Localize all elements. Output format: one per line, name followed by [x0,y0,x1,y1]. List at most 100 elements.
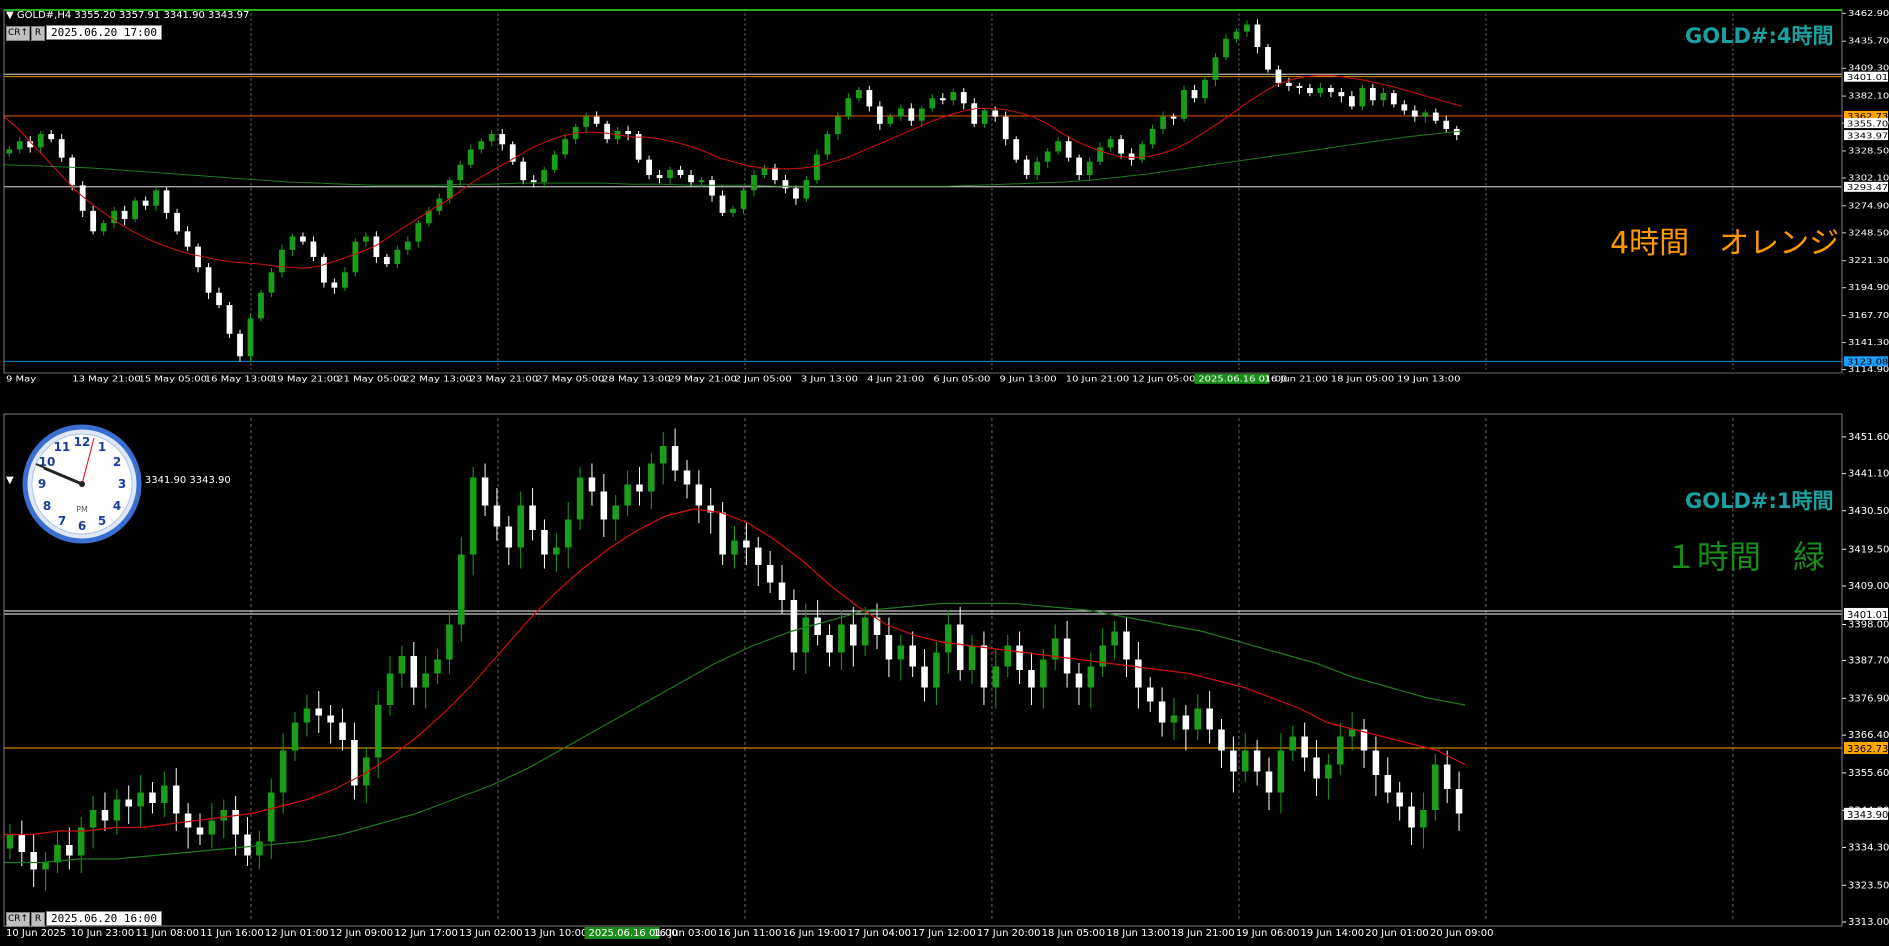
candle-body [909,645,916,667]
top-x-tick-label: 9 Jun 13:00 [1000,374,1057,384]
candle-body [303,708,311,723]
dropdown-arrow-icon[interactable]: ▼ [6,10,14,21]
candle-body [887,116,894,124]
candle-body [478,141,485,150]
candle-body [1111,631,1118,646]
svg-text:7: 7 [58,514,66,528]
candle-body [1182,715,1190,730]
candle-body [1254,24,1261,48]
candle-body [1135,659,1142,688]
candle-body [709,180,715,196]
top-y-tick-label: 3328.50 [1848,146,1889,156]
candle-body [667,169,673,179]
h1-price-axis: 3451.60 3441.10 3430.50 3419.50 3409.00 3398.… [1842,432,1889,928]
svg-text:4: 4 [113,499,121,513]
candle-body [1455,789,1463,814]
candle-body [279,249,285,273]
candle-body [446,624,453,660]
bot-x-tick-label: 20 Jun 01:00 [1365,928,1429,939]
top-x-tick-label: 23 May 21:00 [470,374,539,384]
candle-body [1004,645,1011,667]
candle-body [1359,87,1366,107]
candle-body [850,624,857,646]
bot-x-tick-label: 17 Jun 12:00 [912,928,976,939]
candle-body [267,792,275,842]
h1-crosshair-button[interactable]: CR↑ [6,912,30,927]
h1-chart[interactable]: 3451.60 3441.10 3430.50 3419.50 3409.00 3398.… [0,388,1889,946]
candle-body [719,512,726,555]
candle-body [1040,659,1047,688]
h4-candles [6,19,1460,363]
h1-header-text: 3341.90 3343.90 [144,475,231,486]
candle-body [1348,96,1355,107]
candle-body [149,792,156,803]
candle-body [1296,85,1303,88]
candle-body [1055,141,1062,152]
top-y-tick-label: 3141.30 [1848,338,1889,348]
candle-body [793,188,799,199]
candle-body [434,659,441,674]
top-x-tick-label: 22 May 13:00 [403,374,472,384]
top-x-tick-label: 2 Jun 05:00 [735,374,792,384]
candle-body [457,164,464,181]
candle-body [517,505,524,548]
candle-body [481,477,489,506]
candle-body [113,799,121,821]
candle-body [648,463,655,492]
candle-body [971,103,978,124]
candle-body [174,212,180,232]
bot-x-tick-label: 11 Jun 16:00 [200,928,264,939]
candle-body [1380,93,1387,101]
candle-body [956,624,964,670]
candle-body [42,862,49,870]
candle-body [1411,110,1418,117]
candle-body [876,106,883,124]
candle-body [731,540,738,555]
candle-body [244,834,251,856]
candle-body [256,841,263,856]
candle-body [331,282,338,288]
top-y-tick-label: 3462.90 [1848,9,1889,19]
candle-body [1401,104,1408,111]
bot-y-tick-label: 3419.50 [1848,544,1889,555]
h1-reset-button[interactable]: R [31,912,45,927]
candle-body [593,116,600,124]
candle-body [37,134,44,148]
svg-text:8: 8 [43,499,51,513]
candle-body [835,116,841,135]
top-ma-green-line [3,130,1463,187]
h4-crosshair-button[interactable]: CR↑ [6,26,30,41]
candle-body [383,256,390,265]
h4-reset-button[interactable]: R [31,26,45,41]
candle-body [18,834,26,852]
top-frame [3,9,1843,374]
svg-text:2: 2 [113,455,121,469]
candle-body [939,98,946,101]
candle-body [342,272,348,288]
candle-body [751,175,757,191]
candle-body [1075,673,1083,688]
top-x-tick-label: 19 Jun 13:00 [1397,374,1461,384]
bot-y-tick-label: 3398.00 [1848,620,1889,631]
h1-title: GOLD#:1時間 [1685,489,1834,513]
candle-body [1191,90,1198,99]
bot-y-tick-label: 3366.40 [1848,730,1889,741]
candle-body [1432,112,1439,121]
candle-body [1118,139,1124,154]
candle-body [1432,764,1439,810]
candle-body [918,108,925,121]
top-x-tick-label: 6 Jun 05:00 [933,374,990,384]
h1-cursor-time: 2025.06.20 16:00 [46,911,162,926]
candle-body [766,565,774,583]
top-y-tick-label: 3435.70 [1848,36,1889,46]
dropdown-arrow-icon[interactable]: ▼ [6,475,14,486]
h4-chart[interactable]: 3462.903435.703409.303382.103355.703328.… [0,0,1889,388]
top-x-tick-label: 21 May 05:00 [337,374,406,384]
top-y-tick-label: 3274.90 [1848,201,1889,211]
bot-y-tick-label: 3409.00 [1848,581,1889,592]
candle-body [1218,729,1225,751]
top-y-tick-label: 3167.70 [1848,311,1889,321]
candle-body [161,785,168,803]
candle-body [398,656,406,674]
candle-body [121,210,128,220]
